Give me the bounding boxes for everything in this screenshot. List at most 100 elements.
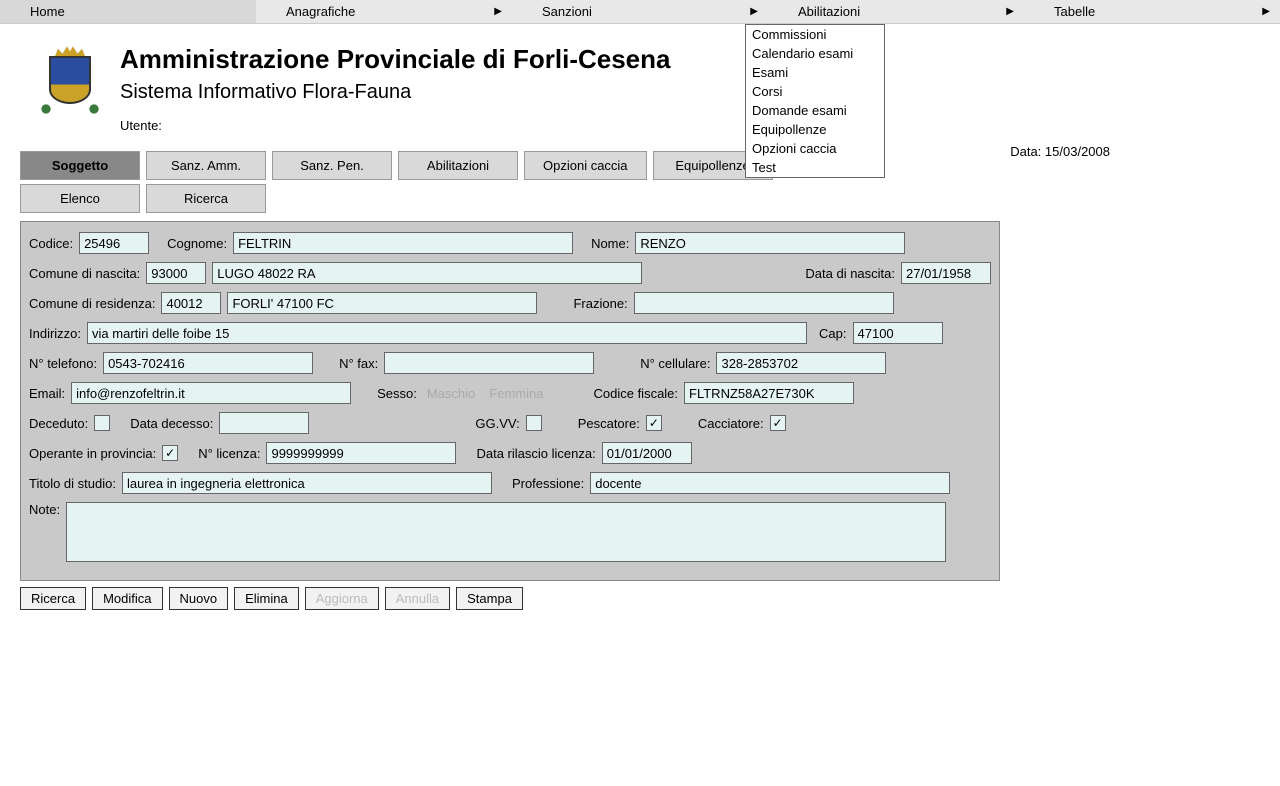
crest-icon: [40, 44, 100, 114]
cellulare-input[interactable]: [716, 352, 886, 374]
titolo-label: Titolo di studio:: [29, 476, 116, 491]
nuovo-button[interactable]: Nuovo: [169, 587, 229, 610]
page-subtitle: Sistema Informativo Flora-Fauna: [120, 81, 670, 104]
operante-checkbox[interactable]: ✓: [162, 445, 178, 461]
fax-input[interactable]: [384, 352, 594, 374]
data-licenza-label: Data rilascio licenza:: [476, 446, 595, 461]
date-label: Data:: [1010, 144, 1041, 159]
codice-fiscale-label: Codice fiscale:: [593, 386, 678, 401]
menu-sanzioni[interactable]: Sanzioni ▶: [512, 0, 768, 23]
menu-label: Home: [30, 4, 65, 19]
email-label: Email:: [29, 386, 65, 401]
dropdown-item-esami[interactable]: Esami: [746, 63, 884, 82]
data-decesso-input[interactable]: [219, 412, 309, 434]
professione-label: Professione:: [512, 476, 584, 491]
form-panel: Codice: Cognome: Nome: Comune di nascita…: [20, 221, 1000, 581]
data-decesso-label: Data decesso:: [130, 416, 213, 431]
stampa-button[interactable]: Stampa: [456, 587, 523, 610]
dropdown-item-equipollenze[interactable]: Equipollenze: [746, 120, 884, 139]
header: Amministrazione Provinciale di Forli-Ces…: [0, 24, 1280, 143]
dropdown-item-opzioni[interactable]: Opzioni caccia: [746, 139, 884, 158]
professione-input[interactable]: [590, 472, 950, 494]
cellulare-label: N° cellulare:: [640, 356, 710, 371]
pescatore-label: Pescatore:: [578, 416, 640, 431]
dropdown-item-commissioni[interactable]: Commissioni: [746, 25, 884, 44]
data-licenza-input[interactable]: [602, 442, 692, 464]
chevron-right-icon: ▶: [494, 6, 502, 17]
cap-label: Cap:: [819, 326, 846, 341]
chevron-right-icon: ▶: [750, 6, 758, 17]
cognome-label: Cognome:: [167, 236, 227, 251]
sesso-femmina[interactable]: Femmina: [489, 386, 543, 401]
comune-residenza-code[interactable]: [161, 292, 221, 314]
ggvv-label: GG.VV:: [475, 416, 519, 431]
ricerca-button[interactable]: Ricerca: [20, 587, 86, 610]
sesso-label: Sesso:: [377, 386, 417, 401]
telefono-label: N° telefono:: [29, 356, 97, 371]
menu-tabelle[interactable]: Tabelle ▶: [1024, 0, 1280, 23]
indirizzo-label: Indirizzo:: [29, 326, 81, 341]
comune-residenza-text[interactable]: [227, 292, 537, 314]
dropdown-item-calendario[interactable]: Calendario esami: [746, 44, 884, 63]
dropdown-item-domande[interactable]: Domande esami: [746, 101, 884, 120]
data-nascita-input[interactable]: [901, 262, 991, 284]
menu-abilitazioni[interactable]: Abilitazioni▶: [768, 0, 1024, 23]
menu-label: Tabelle: [1054, 4, 1095, 19]
note-label: Note:: [29, 502, 60, 517]
aggiorna-button[interactable]: Aggiorna: [305, 587, 379, 610]
page-title: Amministrazione Provinciale di Forli-Ces…: [120, 44, 670, 75]
user-label: Utente:: [120, 118, 670, 133]
header-text: Amministrazione Provinciale di Forli-Ces…: [120, 44, 670, 133]
modifica-button[interactable]: Modifica: [92, 587, 162, 610]
top-menubar: Home Anagrafiche ▶ Sanzioni ▶ Abilitazioni…: [0, 0, 1280, 24]
codice-label: Codice:: [29, 236, 73, 251]
elimina-button[interactable]: Elimina: [234, 587, 299, 610]
tabs-row2: Elenco Ricerca: [20, 184, 1280, 213]
tab-ricerca[interactable]: Ricerca: [146, 184, 266, 213]
codice-fiscale-input[interactable]: [684, 382, 854, 404]
dropdown-item-corsi[interactable]: Corsi: [746, 82, 884, 101]
frazione-label: Frazione:: [573, 296, 627, 311]
tab-elenco[interactable]: Elenco: [20, 184, 140, 213]
dropdown-abilitazioni: Commissioni Calendario esami Esami Corsi…: [745, 24, 885, 178]
header-date: Data: 15/03/2008: [1010, 144, 1110, 159]
codice-input[interactable]: [79, 232, 149, 254]
cacciatore-checkbox[interactable]: ✓: [770, 415, 786, 431]
annulla-button[interactable]: Annulla: [385, 587, 450, 610]
menu-home[interactable]: Home: [0, 0, 256, 23]
comune-nascita-text[interactable]: [212, 262, 642, 284]
comune-nascita-label: Comune di nascita:: [29, 266, 140, 281]
ggvv-checkbox[interactable]: [526, 415, 542, 431]
comune-nascita-code[interactable]: [146, 262, 206, 284]
nome-input[interactable]: [635, 232, 905, 254]
titolo-input[interactable]: [122, 472, 492, 494]
licenza-input[interactable]: [266, 442, 456, 464]
sesso-maschio[interactable]: Maschio: [427, 386, 475, 401]
indirizzo-input[interactable]: [87, 322, 807, 344]
cap-input[interactable]: [853, 322, 943, 344]
email-input[interactable]: [71, 382, 351, 404]
deceduto-checkbox[interactable]: [94, 415, 110, 431]
menu-anagrafiche[interactable]: Anagrafiche ▶: [256, 0, 512, 23]
menu-label: Sanzioni: [542, 4, 592, 19]
comune-residenza-label: Comune di residenza:: [29, 296, 155, 311]
cacciatore-label: Cacciatore:: [698, 416, 764, 431]
operante-label: Operante in provincia:: [29, 446, 156, 461]
tab-opzioni-caccia[interactable]: Opzioni caccia: [524, 151, 647, 180]
telefono-input[interactable]: [103, 352, 313, 374]
tab-soggetto[interactable]: Soggetto: [20, 151, 140, 180]
tab-sanz-pen[interactable]: Sanz. Pen.: [272, 151, 392, 180]
dropdown-item-test[interactable]: Test: [746, 158, 884, 177]
licenza-label: N° licenza:: [198, 446, 260, 461]
date-value: 15/03/2008: [1045, 144, 1110, 159]
menu-label: Anagrafiche: [286, 4, 355, 19]
chevron-right-icon: ▶: [1262, 6, 1270, 17]
fax-label: N° fax:: [339, 356, 378, 371]
note-textarea[interactable]: [66, 502, 946, 562]
cognome-input[interactable]: [233, 232, 573, 254]
pescatore-checkbox[interactable]: ✓: [646, 415, 662, 431]
menu-label: Abilitazioni: [798, 4, 860, 19]
tab-sanz-amm[interactable]: Sanz. Amm.: [146, 151, 266, 180]
tab-abilitazioni[interactable]: Abilitazioni: [398, 151, 518, 180]
frazione-input[interactable]: [634, 292, 894, 314]
